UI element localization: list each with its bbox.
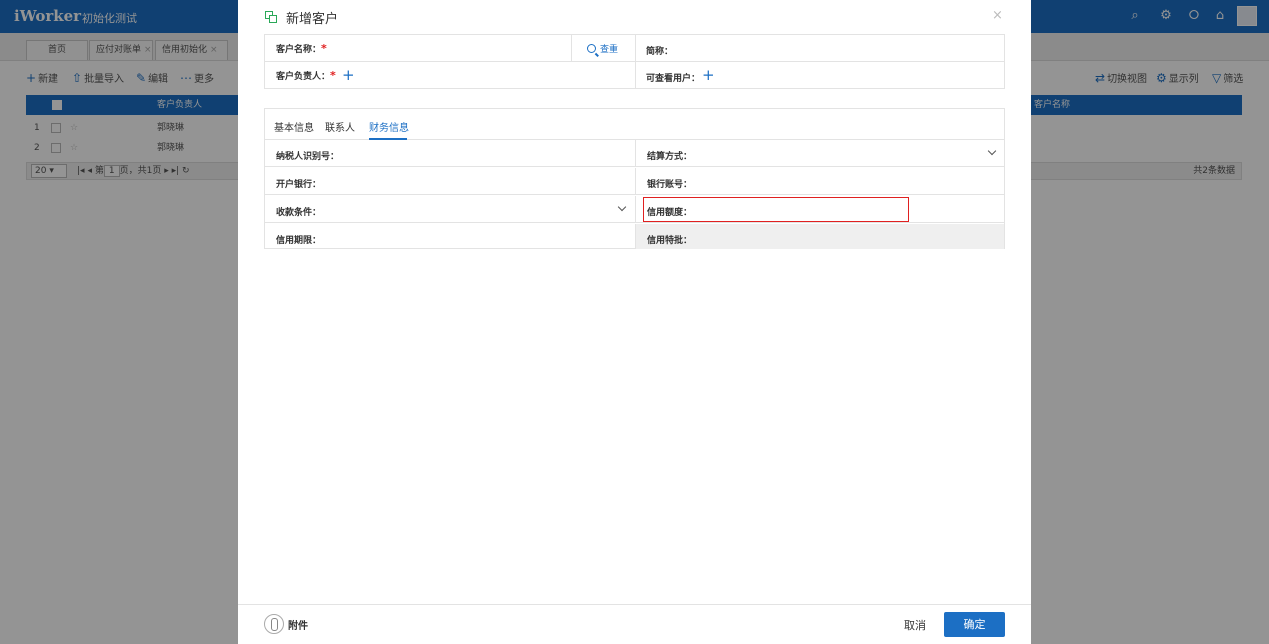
customer-name-label: 客户名称：* (276, 42, 327, 55)
tab-basic-info[interactable]: 基本信息 (274, 119, 314, 134)
form-row: 收款条件： 信用额度： (265, 196, 1004, 223)
payment-terms-select[interactable]: 收款条件： (265, 196, 635, 223)
viewer-label: 可查看用户： (646, 74, 701, 84)
search-icon (587, 44, 596, 53)
settlement-label: 结算方式： (647, 152, 693, 162)
credit-limit-field[interactable]: 信用额度： (635, 196, 1004, 223)
new-customer-dialog: 新增客户 × 客户名称：* 查重 简称： 客户负责人：* + 可查看用户： + … (238, 0, 1031, 644)
short-name-label: 简称： (646, 47, 674, 57)
owner-label: 客户负责人：* (276, 69, 336, 82)
duplicate-check-button[interactable]: 查重 (587, 42, 618, 55)
payment-terms-label: 收款条件： (276, 208, 322, 218)
chevron-down-icon (988, 148, 996, 156)
add-viewer-button[interactable]: + (702, 68, 715, 83)
bank-account-label: 银行账号： (647, 180, 693, 190)
customer-detail-tabs: 基本信息 联系人 财务信息 纳税人识别号： 结算方式： 开户银行： 银行账号： … (264, 108, 1005, 249)
credit-period-field[interactable]: 信用期限： (265, 224, 635, 249)
dialog-footer: 附件 取消 确定 (238, 604, 1031, 644)
customer-name-input[interactable] (345, 37, 567, 59)
tax-id-field[interactable]: 纳税人识别号： (265, 140, 635, 167)
divider (265, 61, 1004, 62)
tab-finance-info[interactable]: 财务信息 (369, 119, 409, 134)
chevron-down-icon (618, 204, 626, 212)
duplicate-check-label: 查重 (600, 45, 619, 55)
required-mark: * (330, 69, 336, 82)
bank-label: 开户银行： (276, 180, 322, 190)
tax-id-label: 纳税人识别号： (276, 152, 340, 162)
required-mark: * (321, 42, 327, 55)
attachment-button[interactable]: 附件 (288, 617, 308, 632)
customer-basic-form: 客户名称：* 查重 简称： 客户负责人：* + 可查看用户： + (264, 34, 1005, 89)
settlement-select[interactable]: 结算方式： (635, 140, 1004, 167)
form-row: 纳税人识别号： 结算方式： (265, 140, 1004, 167)
customer-name-text: 客户名称： (276, 45, 322, 55)
credit-period-label: 信用期限： (276, 236, 322, 246)
cancel-button[interactable]: 取消 (895, 615, 935, 637)
confirm-button[interactable]: 确定 (944, 612, 1005, 637)
credit-special-field: 信用特批： (635, 224, 1004, 249)
bank-account-field[interactable]: 银行账号： (635, 168, 1004, 195)
add-owner-button[interactable]: + (342, 68, 355, 83)
credit-limit-label: 信用额度： (647, 208, 693, 218)
dialog-title: 新增客户 (286, 12, 339, 27)
tab-contacts[interactable]: 联系人 (325, 119, 355, 134)
short-name-input[interactable] (685, 37, 999, 59)
form-row: 开户银行： 银行账号： (265, 168, 1004, 195)
close-icon[interactable]: × (992, 8, 1003, 23)
divider (571, 35, 572, 61)
owner-text: 客户负责人： (276, 72, 331, 82)
form-row: 信用期限： 信用特批： (265, 224, 1004, 249)
bank-field[interactable]: 开户银行： (265, 168, 635, 195)
credit-special-label: 信用特批： (647, 236, 693, 246)
paperclip-icon[interactable] (264, 614, 284, 634)
tab-strip: 基本信息 联系人 财务信息 (265, 109, 1004, 140)
copy-icon (265, 11, 277, 23)
